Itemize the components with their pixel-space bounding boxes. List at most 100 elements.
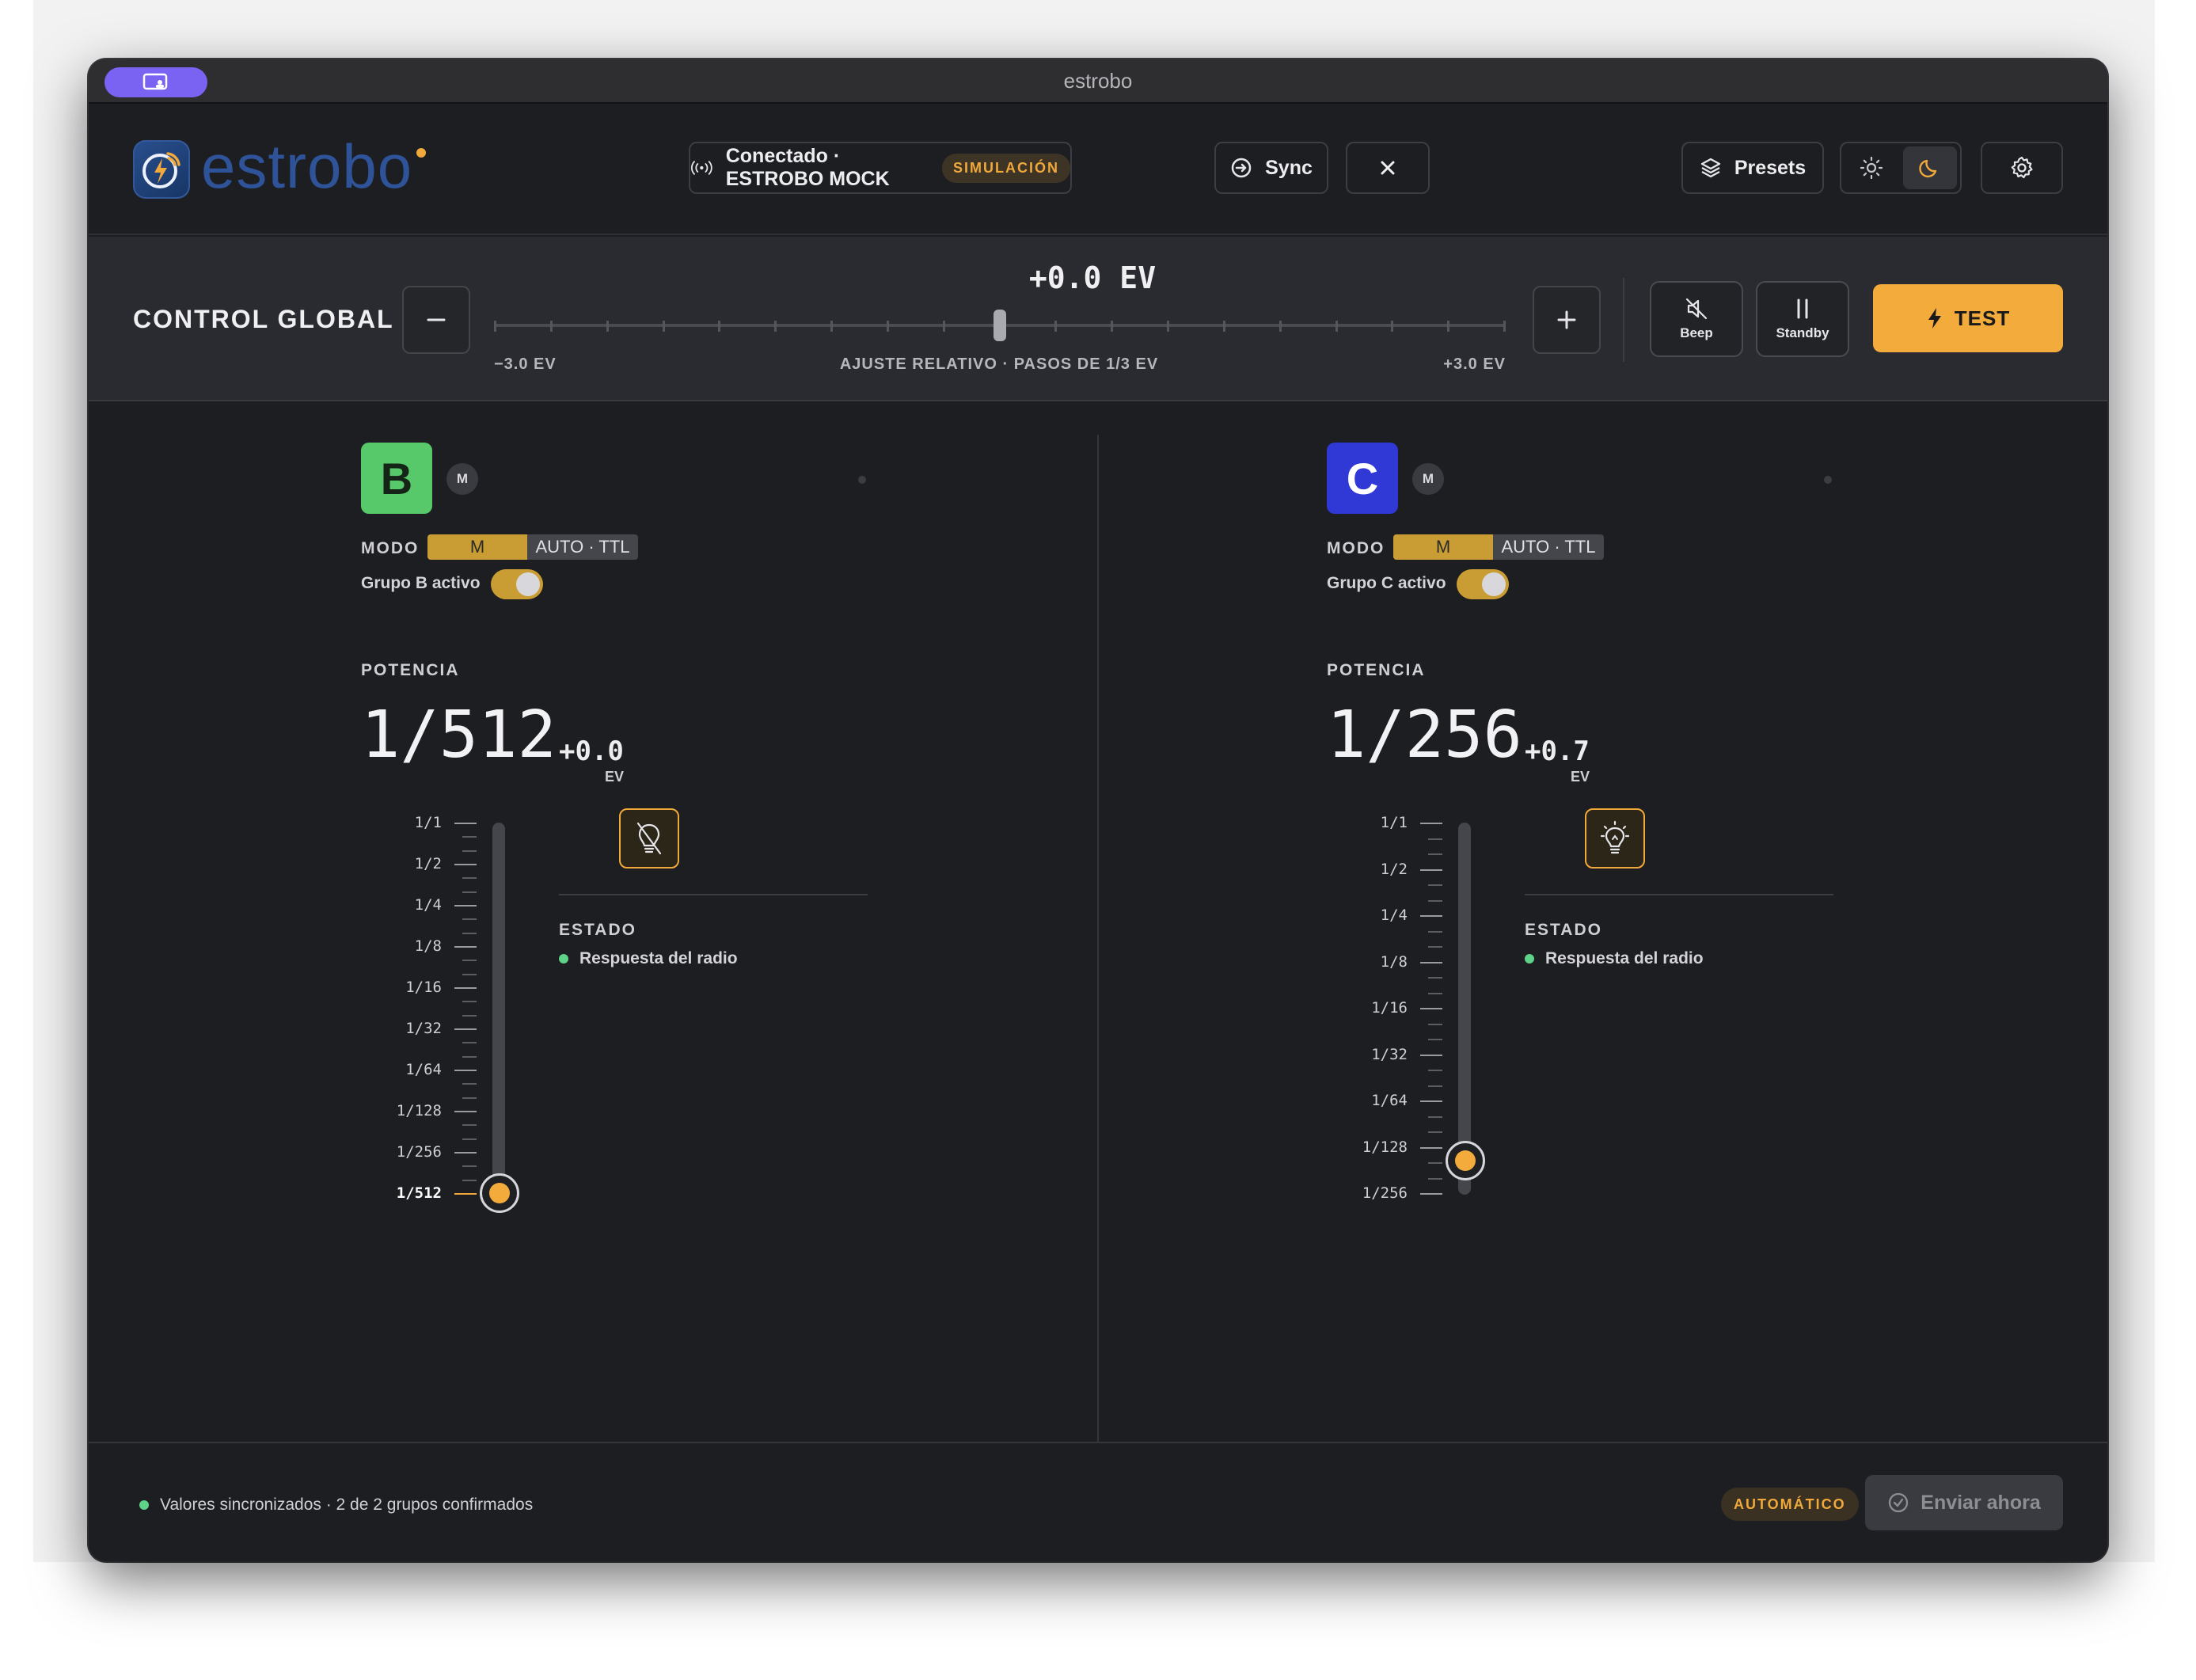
gear-icon (2011, 156, 2033, 179)
mode-option-auto-ttl[interactable]: AUTO · TTL (527, 534, 638, 560)
power-slider-thumb-core (489, 1183, 510, 1203)
scale-tick-minor (462, 932, 477, 934)
status-separator (1525, 894, 1833, 895)
scale-tick-minor (1428, 1131, 1442, 1133)
sync-ok-dot (139, 1500, 149, 1510)
presets-button[interactable]: Presets (1681, 142, 1824, 194)
logo-accent-dot (416, 148, 426, 158)
power-slider-track[interactable] (492, 823, 505, 1195)
decrease-ev-button[interactable] (402, 286, 470, 354)
slider-tick (1111, 321, 1113, 332)
scale-tick-minor (1428, 1039, 1442, 1040)
mode-option-m[interactable]: M (1393, 534, 1493, 560)
slider-tick (1503, 321, 1506, 332)
scale-tick-minor (1428, 992, 1442, 994)
slider-tick (1447, 321, 1449, 332)
increase-ev-button[interactable] (1533, 286, 1601, 354)
power-label: POTENCIA (361, 661, 460, 679)
power-scale[interactable]: 1/1 1/2 1/4 1/8 1/16 1/32 1/64 1/128 1/256 1/512 (361, 814, 519, 1213)
sync-status: Valores sincronizados · 2 de 2 grupos co… (139, 1496, 533, 1515)
scale-label: 1/256 (396, 1143, 442, 1161)
status-label: ESTADO (1525, 921, 1602, 939)
scale-tick-major (454, 987, 477, 989)
global-ev-slider-thumb[interactable] (994, 310, 1006, 341)
group-badge: C (1327, 443, 1398, 514)
sync-button[interactable]: Sync (1214, 142, 1328, 194)
group-active-toggle[interactable] (491, 569, 543, 599)
status-row: Respuesta del radio (559, 949, 738, 968)
lamp-on-icon (1600, 820, 1630, 854)
mode-selector[interactable]: M AUTO · TTL (427, 534, 638, 560)
standby-button[interactable]: Standby (1756, 281, 1849, 357)
standby-label: Standby (1776, 325, 1829, 340)
slider-tick (1335, 321, 1338, 332)
scale-tick-major (1420, 915, 1442, 917)
slider-tick (1279, 321, 1282, 332)
beep-button[interactable]: Beep (1650, 281, 1743, 357)
connection-status-button[interactable]: Conectado · ESTROBO MOCK SIMULACIÓN (689, 142, 1072, 194)
scale-tick-minor (1428, 1023, 1442, 1025)
scale-tick-major (1420, 823, 1442, 824)
ev-unit: EV (1571, 769, 1590, 785)
status-separator (559, 894, 868, 895)
light-theme-option[interactable] (1845, 146, 1898, 189)
scale-tick-minor (1428, 884, 1442, 886)
scale-tick-minor (1428, 1070, 1442, 1071)
group-active-toggle[interactable] (1457, 569, 1509, 599)
status-text: Respuesta del radio (1545, 949, 1704, 967)
scale-label: 1/32 (405, 1020, 442, 1037)
scale-label: 1/128 (1362, 1138, 1408, 1156)
scale-tick-major (1420, 1100, 1442, 1102)
mode-option-auto-ttl[interactable]: AUTO · TTL (1493, 534, 1604, 560)
scale-tick-minor (1428, 853, 1442, 855)
mode-option-m[interactable]: M (427, 534, 527, 560)
send-now-button[interactable]: Enviar ahora (1865, 1475, 2063, 1530)
auto-mode-badge[interactable]: AUTOMÁTICO (1721, 1488, 1859, 1521)
mode-indicator: M (1412, 463, 1444, 495)
group-badge: B (361, 443, 432, 514)
power-slider-track[interactable] (1458, 823, 1471, 1195)
ev-offset: +0.0 (559, 735, 624, 767)
slider-tick (830, 321, 833, 332)
scale-label: 1/2 (1380, 860, 1408, 878)
theme-toggle[interactable] (1840, 142, 1962, 194)
beep-label: Beep (1680, 325, 1713, 340)
power-slider-thumb[interactable] (480, 1173, 519, 1213)
layers-icon (1700, 158, 1720, 178)
scale-label: 1/128 (396, 1102, 442, 1119)
group-b-panel: B M MODO M AUTO · TTL Grupo B activo POT… (361, 443, 883, 1234)
scale-tick-minor (1428, 946, 1442, 948)
scale-label: 1/64 (1371, 1092, 1408, 1109)
scale-label: 1/1 (1380, 814, 1408, 831)
scale-label: 1/16 (1371, 999, 1408, 1017)
global-divider (1623, 278, 1624, 362)
power-scale[interactable]: 1/1 1/2 1/4 1/8 1/16 1/32 1/64 1/128 1/256 (1327, 814, 1485, 1211)
scale-tick-minor (462, 918, 477, 921)
test-flash-button[interactable]: TEST (1873, 284, 2063, 352)
scale-label: 1/512 (396, 1184, 442, 1202)
scale-label: 1/64 (405, 1061, 442, 1078)
scale-tick-major (454, 1152, 477, 1154)
scale-tick-minor (462, 1179, 477, 1181)
scale-tick-major (454, 905, 477, 907)
disconnect-button[interactable] (1346, 142, 1430, 194)
lamp-toggle-button[interactable] (619, 808, 679, 869)
plus-icon (1557, 310, 1576, 329)
slider-min-label: −3.0 EV (494, 355, 557, 373)
mode-selector[interactable]: M AUTO · TTL (1393, 534, 1604, 560)
scale-tick-minor (462, 1001, 477, 1003)
power-slider-thumb[interactable] (1446, 1141, 1485, 1181)
dark-theme-option[interactable] (1903, 146, 1957, 189)
window-title: estrobo (1063, 69, 1133, 93)
scale-label: 1/1 (414, 814, 442, 831)
scale-label: 1/256 (1362, 1184, 1408, 1202)
moon-icon (1919, 159, 1937, 178)
scale-label: 1/16 (405, 979, 442, 996)
scale-label: 1/4 (414, 896, 442, 914)
slider-tick (774, 321, 777, 332)
connection-label: Conectado · ESTROBO MOCK (725, 145, 890, 190)
scale-tick-minor (1428, 899, 1442, 902)
lamp-toggle-button[interactable] (1585, 808, 1645, 869)
settings-button[interactable] (1981, 142, 2063, 194)
check-circle-icon (1889, 1492, 1909, 1513)
